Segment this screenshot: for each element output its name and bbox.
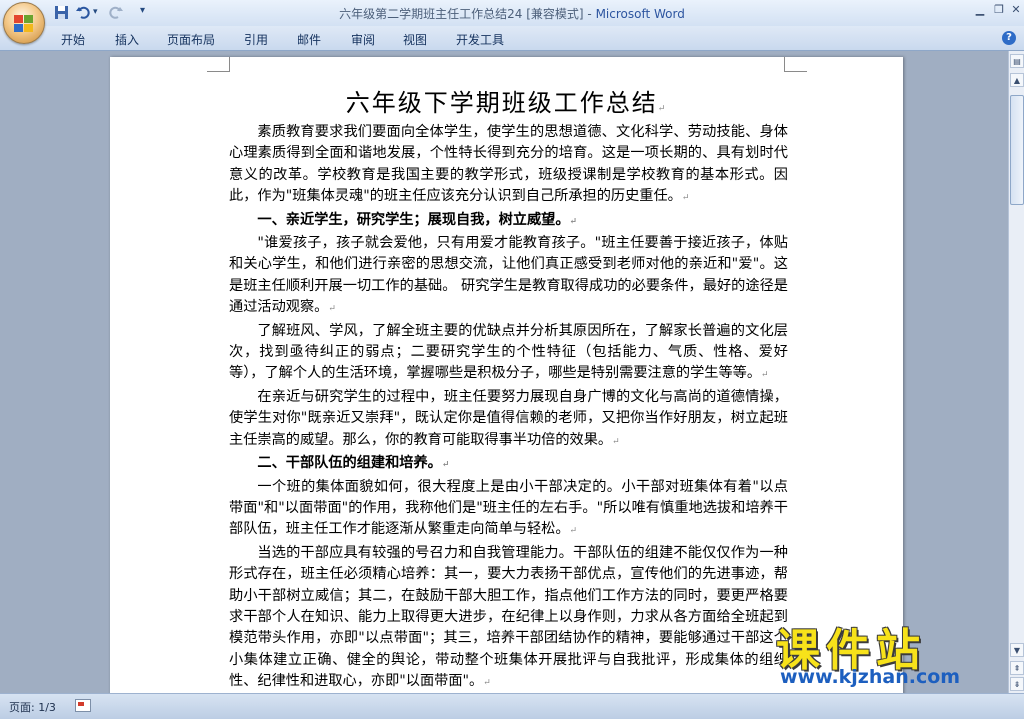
body-paragraph: 素质教育要求我们要面向全体学生，使学生的思想道德、文化科学、劳动技能、身体心理素… — [229, 122, 788, 210]
document-page[interactable]: 六年级下学期班级工作总结↵ 素质教育要求我们要面向全体学生，使学生的思想道德、文… — [110, 57, 903, 693]
tab-references[interactable]: 引用 — [244, 31, 268, 48]
office-logo-icon — [14, 15, 33, 32]
watermark-url: www.kjzhan.com — [780, 666, 961, 688]
section-heading: 一、亲近学生，研究学生；展现自我，树立威望。↵ — [229, 210, 788, 233]
paragraph-mark-icon: ↵ — [569, 216, 578, 227]
watermark: 课件站 www.kjzhan.com — [776, 614, 1006, 690]
body-paragraph: 在亲近与研究学生的过程中，班主任要努力展现自身广博的文化与高尚的道德情操，使学生… — [229, 387, 788, 453]
paragraph-mark-icon: ↵ — [569, 526, 578, 537]
ruler-toggle-icon[interactable]: ▤ — [1010, 54, 1024, 68]
paragraph-text: 一、亲近学生，研究学生；展现自我，树立威望。 — [257, 211, 570, 228]
crop-mark-top-right — [784, 57, 807, 72]
body-paragraph: "谁爱孩子，孩子就会爱他，只有用爱才能教育孩子。"班主任要善于接近孩子，体贴和关… — [229, 233, 788, 321]
paragraph-mark-icon: ↵ — [612, 436, 620, 447]
restore-icon[interactable]: ❐ — [990, 3, 1008, 17]
paragraph-text: "谁爱孩子，孩子就会爱他，只有用爱才能教育孩子。"班主任要善于接近孩子，体贴和关… — [229, 235, 788, 316]
document-title: 六年级下学期班级工作总结↵ — [110, 83, 903, 118]
window-title: 六年级第二学期班主任工作总结24 [兼容模式] - Microsoft Word — [0, 5, 1024, 22]
paragraph-text: 了解班风、学风，了解全班主要的优缺点并分析其原因所在，了解家长普遍的文化层次，找… — [229, 322, 788, 382]
ribbon-tabs: 开始 插入 页面布局 引用 邮件 审阅 视图 开发工具 ? — [0, 26, 1024, 51]
scroll-thumb[interactable] — [1010, 95, 1024, 205]
tab-developer[interactable]: 开发工具 — [456, 31, 504, 48]
paragraph-text: 素质教育要求我们要面向全体学生，使学生的思想道德、文化科学、劳动技能、身体心理素… — [229, 124, 788, 205]
section-heading: 二、干部队伍的组建和培养。↵ — [229, 453, 788, 476]
tab-insert[interactable]: 插入 — [115, 31, 139, 48]
body-paragraph: 当选的干部应具有较强的号召力和自我管理能力。干部队伍的组建不能仅仅作为一种形式存… — [229, 543, 788, 693]
crop-mark-top-left — [207, 57, 230, 72]
title-bar: ▾ ▾ 六年级第二学期班主任工作总结24 [兼容模式] - Microsoft … — [0, 0, 1024, 44]
page-indicator[interactable]: 页面: 1/3 — [9, 699, 56, 715]
paragraph-mark-icon: ↵ — [761, 370, 769, 381]
previous-page-icon[interactable]: ⇞ — [1010, 661, 1024, 675]
paragraph-mark-icon: ↵ — [441, 460, 450, 471]
status-bar: 页面: 1/3 — [0, 693, 1024, 719]
body-paragraph: 一个班的集体面貌如何，很大程度上是由小干部决定的。小干部对班集体有着"以点带面"… — [229, 477, 788, 543]
document-body: 素质教育要求我们要面向全体学生，使学生的思想道德、文化科学、劳动技能、身体心理素… — [229, 122, 788, 693]
paragraph-text: 在亲近与研究学生的过程中，班主任要努力展现自身广博的文化与高尚的道德情操，使学生… — [229, 388, 788, 448]
document-area: 六年级下学期班级工作总结↵ 素质教育要求我们要面向全体学生，使学生的思想道德、文… — [0, 51, 1008, 693]
paragraph-mark-icon: ↵ — [328, 304, 336, 315]
proofing-status-icon[interactable] — [75, 699, 91, 712]
next-page-icon[interactable]: ⇟ — [1010, 677, 1024, 691]
paragraph-mark-icon: ↵ — [657, 104, 668, 114]
paragraph-mark-icon: ↵ — [681, 193, 690, 204]
scroll-up-icon[interactable]: ▲ — [1010, 73, 1024, 87]
paragraph-text: 二、干部队伍的组建和培养。 — [257, 455, 442, 472]
help-icon[interactable]: ? — [1002, 31, 1016, 45]
scroll-down-icon[interactable]: ▼ — [1010, 643, 1024, 657]
tab-view[interactable]: 视图 — [403, 31, 427, 48]
vertical-scrollbar[interactable]: ▤ ▲ ▼ ⇞ ⇟ — [1008, 51, 1024, 693]
paragraph-mark-icon: ↵ — [483, 678, 491, 689]
tab-mailings[interactable]: 邮件 — [297, 31, 321, 48]
document-name: 六年级第二学期班主任工作总结24 [兼容模式] - — [339, 7, 596, 21]
tab-page-layout[interactable]: 页面布局 — [167, 31, 215, 48]
paragraph-text: 一个班的集体面貌如何，很大程度上是由小干部决定的。小干部对班集体有着"以点带面"… — [229, 478, 788, 538]
tab-home[interactable]: 开始 — [61, 31, 85, 48]
office-button[interactable] — [3, 2, 45, 44]
document-title-text: 六年级下学期班级工作总结 — [345, 89, 658, 117]
paragraph-text: 当选的干部应具有较强的号召力和自我管理能力。干部队伍的组建不能仅仅作为一种形式存… — [229, 544, 788, 690]
body-paragraph: 了解班风、学风，了解全班主要的优缺点并分析其原因所在，了解家长普遍的文化层次，找… — [229, 321, 788, 387]
close-icon[interactable]: ✕ — [1007, 3, 1024, 17]
tab-review[interactable]: 审阅 — [351, 31, 375, 48]
app-name: Microsoft Word — [595, 7, 685, 21]
minimize-icon[interactable]: ▁ — [971, 3, 989, 17]
